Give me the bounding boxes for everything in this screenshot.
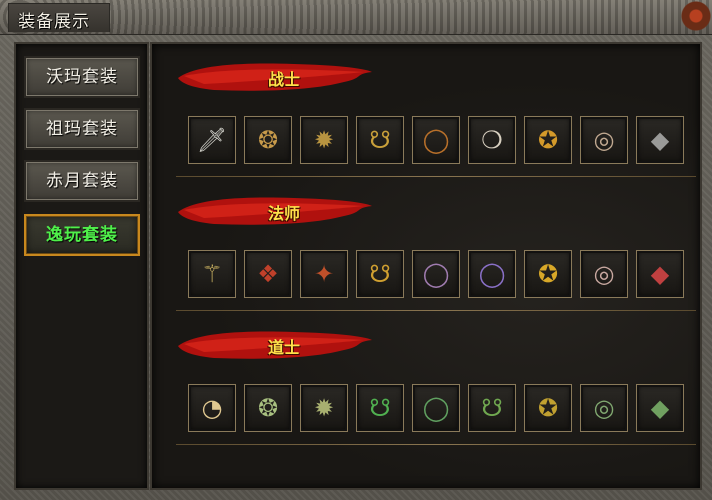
item-slot[interactable]: ❖ (244, 250, 292, 298)
boots-icon: ◆ (650, 394, 670, 422)
bracelet-icon: ◯ (422, 260, 450, 288)
item-slot[interactable]: ◯ (412, 250, 460, 298)
divider (176, 310, 696, 311)
section-title-mage: 法师 (267, 204, 300, 223)
armor-icon: ❂ (257, 394, 279, 422)
armor-icon: ❂ (257, 126, 279, 154)
title-bar: 装备展示 (0, 0, 712, 35)
item-slot[interactable]: ⚚ (188, 250, 236, 298)
item-slot[interactable]: ◔ (188, 384, 236, 432)
equipment-panel: 战士 🗡 ❂ ✹ ☋ ◯ ❍ ✪ ◎ ◆ 法师 ⚚ ❖ ✦ ☋ ◯ ◯ ✪ ◎ ◆ 道士 ◔ ❂ ✹ ☋ ◯ ☋ ✪ ◎ ◆ (150, 42, 702, 490)
item-slot[interactable]: ✪ (524, 116, 572, 164)
item-slot[interactable]: ☋ (468, 384, 516, 432)
item-slot[interactable]: ❂ (244, 116, 292, 164)
item-slot[interactable]: ◯ (412, 116, 460, 164)
item-slot[interactable]: ◎ (580, 384, 628, 432)
sidebar: 沃玛套装 祖玛套装 赤月套装 逸玩套装 (14, 42, 149, 490)
section-title-taoist: 道士 (267, 338, 300, 357)
helmet-icon: ✦ (313, 260, 335, 288)
item-slot[interactable]: ✹ (300, 384, 348, 432)
medal-icon: ✪ (537, 394, 559, 422)
sword-icon: 🗡 (196, 126, 228, 154)
item-slot[interactable]: ◆ (636, 116, 684, 164)
section-title-warrior: 战士 (267, 70, 300, 89)
ring-icon: ◎ (593, 394, 615, 422)
tab-yiwan-set[interactable]: 逸玩套装 (24, 214, 140, 256)
boots-icon: ◆ (650, 126, 670, 154)
item-slot[interactable]: ❂ (244, 384, 292, 432)
medal-icon: ✪ (537, 260, 559, 288)
item-slot[interactable]: ❍ (468, 116, 516, 164)
item-slot[interactable]: ◯ (412, 384, 460, 432)
item-slot[interactable]: ◯ (468, 250, 516, 298)
item-slot[interactable]: ◎ (580, 116, 628, 164)
item-slot[interactable]: ☋ (356, 250, 404, 298)
item-slot[interactable]: ☋ (356, 384, 404, 432)
item-slot[interactable]: ◆ (636, 250, 684, 298)
divider (176, 444, 696, 445)
necklace-icon: ☋ (369, 260, 391, 288)
divider (176, 176, 696, 177)
item-slot[interactable]: ◎ (580, 250, 628, 298)
ring-icon: ◎ (593, 126, 615, 154)
ring-icon: ◎ (593, 260, 615, 288)
section-taoist: 道士 ◔ ❂ ✹ ☋ ◯ ☋ ✪ ◎ ◆ (152, 328, 700, 456)
medal-icon: ✪ (537, 126, 559, 154)
item-slot[interactable]: ✦ (300, 250, 348, 298)
boots-icon: ◆ (650, 260, 670, 288)
corner-ornament (666, 0, 712, 34)
item-slot[interactable]: ✪ (524, 384, 572, 432)
bracelet-icon: ◯ (478, 260, 506, 288)
helmet-icon: ✹ (313, 394, 335, 422)
helmet-icon: ✹ (313, 126, 335, 154)
item-slot[interactable]: ✹ (300, 116, 348, 164)
window-title: 装备展示 (18, 12, 90, 32)
section-warrior: 战士 🗡 ❂ ✹ ☋ ◯ ❍ ✪ ◎ ◆ (152, 60, 700, 188)
fan-icon: ◔ (201, 394, 223, 422)
item-slot[interactable]: 🗡 (188, 116, 236, 164)
necklace-icon: ☋ (481, 394, 503, 422)
item-slot[interactable]: ☋ (356, 116, 404, 164)
robe-icon: ❖ (257, 260, 279, 288)
necklace-beads-icon: ❍ (481, 126, 503, 154)
tab-woma-set[interactable]: 沃玛套装 (24, 56, 140, 98)
staff-icon: ⚚ (201, 260, 223, 288)
section-mage: 法师 ⚚ ❖ ✦ ☋ ◯ ◯ ✪ ◎ ◆ (152, 194, 700, 322)
necklace-icon: ☋ (369, 394, 391, 422)
item-slot[interactable]: ✪ (524, 250, 572, 298)
tab-zuma-set[interactable]: 祖玛套装 (24, 108, 140, 150)
tab-chiyue-set[interactable]: 赤月套装 (24, 160, 140, 202)
bracelet-icon: ◯ (422, 126, 450, 154)
bracelet-icon: ◯ (422, 394, 450, 422)
necklace-icon: ☋ (369, 126, 391, 154)
item-slot[interactable]: ◆ (636, 384, 684, 432)
